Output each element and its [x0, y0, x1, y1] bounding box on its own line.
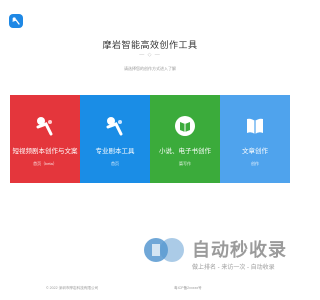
watermark-badge: 自动秒收录 做上排名 - 来访一次 - 自动收录 [142, 236, 292, 276]
card-novel-ebook[interactable]: 小说、电子书创作 篇写作 [150, 95, 220, 183]
figure-icon [34, 115, 56, 137]
card-sub: 创作 [251, 161, 259, 166]
creation-options: 短视频剧本创作与文案 首页（beta） 专业剧本工具 首页 小说、电子书创作 篇… [10, 95, 290, 183]
watermark-title: 自动秒收录 [192, 240, 287, 260]
watermark-line: 做上排名 - 来访一次 - 自动收录 [192, 265, 275, 271]
card-sub: 首页 [111, 161, 119, 166]
figure-icon [104, 115, 126, 137]
card-pro-script-tool[interactable]: 专业剧本工具 首页 [80, 95, 150, 183]
title-divider: — ◇ — [139, 52, 161, 58]
footer-icp[interactable]: 粤ICP备2xxxxx号 [174, 286, 202, 291]
app-logo[interactable] [9, 14, 23, 28]
card-short-video-script[interactable]: 短视频剧本创作与文案 首页（beta） [10, 95, 80, 183]
card-label: 专业剧本工具 [95, 148, 135, 155]
page-title: 摩岩智能高效创作工具 [102, 40, 198, 50]
book-open-icon [244, 115, 266, 137]
card-sub: 篇写作 [179, 161, 191, 166]
card-label: 小说、电子书创作 [159, 148, 211, 155]
book-icon [174, 115, 196, 137]
logo-icon [12, 17, 20, 25]
card-article[interactable]: 文章创作 创作 [220, 95, 290, 183]
footer-copyright: © 2022 深圳市摩岩科技有限公司 [46, 286, 99, 290]
card-label: 短视频剧本创作与文案 [12, 148, 78, 155]
card-label: 文章创作 [242, 148, 268, 155]
card-sub: 首页（beta） [33, 161, 57, 166]
page-subtitle: 请选择您的创作方式进入了解 [124, 66, 176, 71]
